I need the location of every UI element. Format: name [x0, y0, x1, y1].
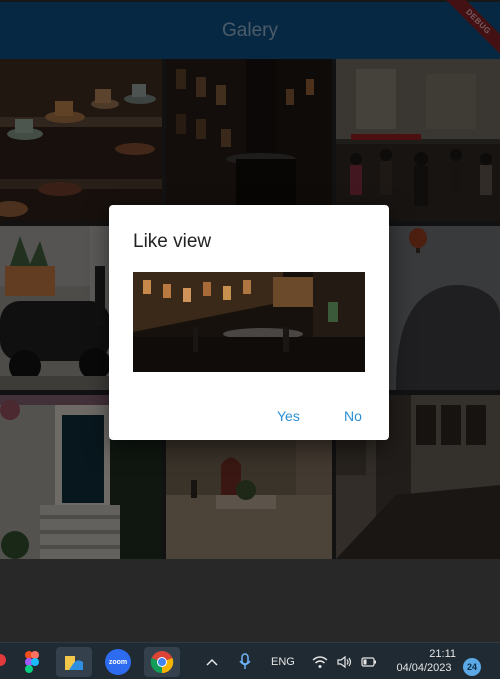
wifi-icon — [312, 655, 328, 668]
narrow-street-photo — [133, 272, 365, 372]
system-clock[interactable]: 21:11 04/04/2023 — [392, 647, 456, 675]
chevron-up-icon — [206, 658, 218, 666]
language-label: ENG — [271, 655, 295, 668]
speaker-icon — [337, 655, 352, 668]
taskbar: zoom ENG 21:11 04/04/2023 — [0, 642, 500, 679]
notification-count: 24 — [466, 662, 477, 672]
notification-badge[interactable]: 24 — [463, 658, 481, 676]
language-indicator[interactable]: ENG — [271, 643, 295, 679]
zoom-icon-label: zoom — [108, 658, 128, 666]
figma-icon — [25, 651, 39, 673]
taskbar-partial-icon[interactable] — [0, 654, 6, 666]
chrome-icon — [150, 651, 174, 674]
zoom-app-button[interactable]: zoom — [100, 647, 136, 677]
battery-icon — [361, 656, 376, 667]
dialog-title: Like view — [133, 231, 212, 252]
volume-button[interactable] — [337, 643, 353, 679]
clock-time: 21:11 — [429, 648, 456, 660]
files-app-button[interactable] — [56, 647, 92, 677]
tray-overflow-button[interactable] — [205, 643, 219, 679]
clock-date: 04/04/2023 — [396, 662, 452, 674]
app-screen: Galery DEBUG Like view Yes No zoom ENG 2… — [0, 0, 500, 679]
no-button[interactable]: No — [344, 408, 362, 424]
battery-button[interactable] — [361, 643, 377, 679]
network-button[interactable] — [312, 643, 328, 679]
chrome-app-button[interactable] — [144, 647, 180, 677]
figma-app-button[interactable] — [14, 647, 50, 677]
yes-button[interactable]: Yes — [277, 408, 300, 424]
dialog-photo — [133, 272, 365, 372]
zoom-icon: zoom — [105, 649, 131, 675]
like-view-dialog: Like view Yes No — [109, 205, 389, 440]
microphone-icon — [239, 652, 251, 669]
folder-icon — [65, 656, 83, 670]
microphone-button[interactable] — [238, 643, 252, 679]
